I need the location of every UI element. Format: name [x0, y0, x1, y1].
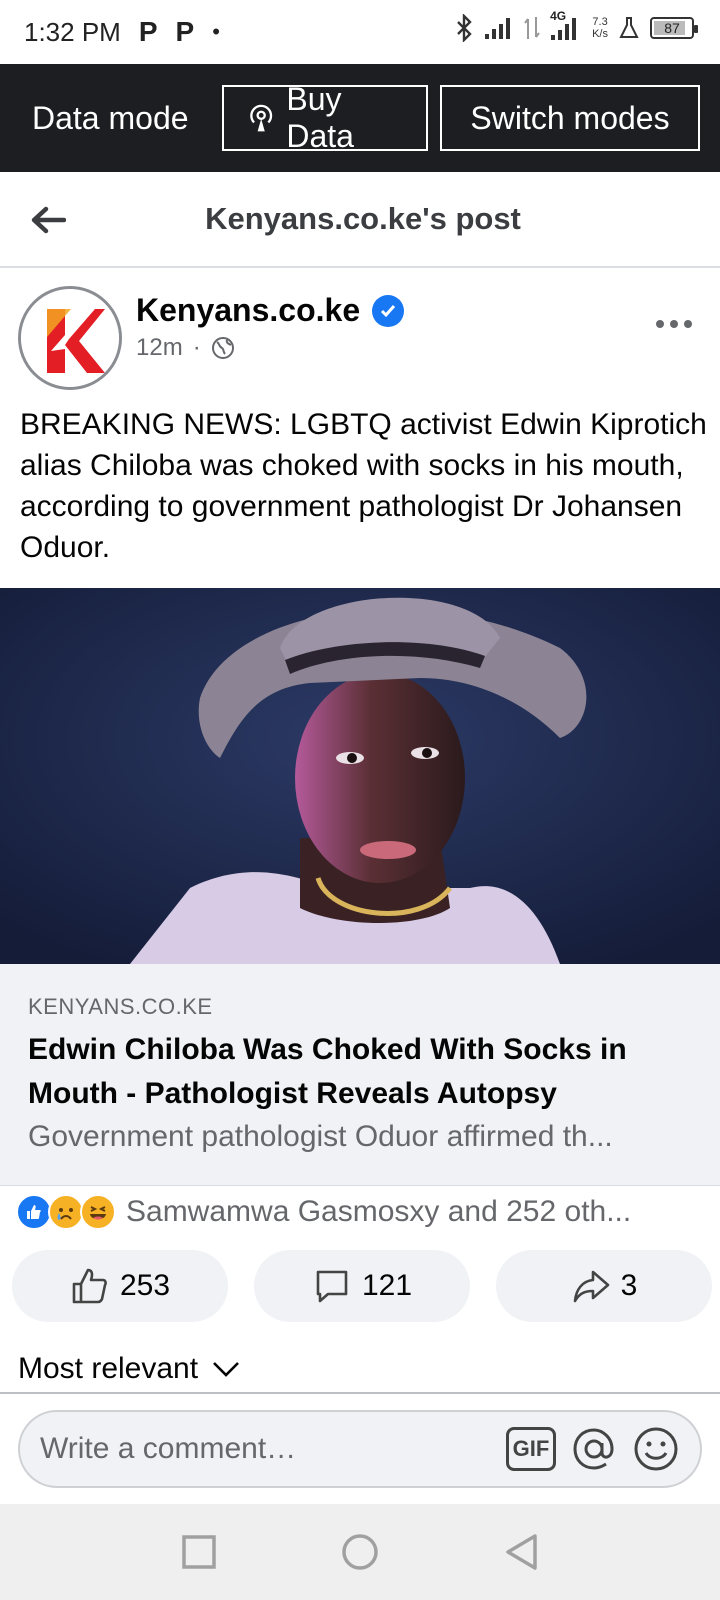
- post-photo[interactable]: [0, 588, 720, 964]
- comment-count: 121: [361, 1269, 413, 1302]
- status-bar: 1:32 PM P P • 4G 7.3 K/s 87: [0, 0, 720, 64]
- page-title: Kenyans.co.ke's post: [205, 201, 521, 236]
- thumbs-up-icon: [72, 1268, 107, 1304]
- recent-apps-icon[interactable]: [181, 1534, 217, 1570]
- switch-modes-button[interactable]: Switch modes: [440, 85, 700, 151]
- post-text: BREAKING NEWS: LGBTQ activist Edwin Kipr…: [20, 408, 707, 564]
- status-icons: 4G 7.3 K/s 87: [454, 9, 698, 42]
- divider: [0, 1392, 720, 1394]
- page-name-label: Kenyans.co.ke: [136, 292, 361, 328]
- chevron-down-icon: [213, 1362, 239, 1377]
- signal-icon: [485, 18, 511, 39]
- link-preview-card[interactable]: KENYANS.CO.KE Edwin Chiloba Was Choked W…: [0, 964, 720, 1186]
- mention-icon[interactable]: [570, 1425, 618, 1473]
- link-title: Edwin Chiloba Was Choked With Socks in M…: [28, 1033, 627, 1110]
- status-time: 1:32 PM: [24, 16, 121, 47]
- back-nav-icon[interactable]: [503, 1532, 539, 1572]
- composer-icons: GIF: [506, 1425, 680, 1473]
- home-icon[interactable]: [340, 1532, 380, 1572]
- comment-icon: [316, 1270, 348, 1303]
- back-button[interactable]: [26, 198, 70, 242]
- back-arrow-icon: [31, 206, 66, 234]
- comment-button[interactable]: 121: [254, 1250, 470, 1322]
- reactions-text: Samwamwa Gasmosxy and 252 oth...: [126, 1195, 632, 1228]
- notification-icon: P: [138, 16, 158, 47]
- notification-icon: P: [175, 16, 195, 47]
- share-count: 3: [620, 1269, 638, 1302]
- page-name[interactable]: Kenyans.co.ke: [136, 292, 405, 329]
- switch-modes-label: Switch modes: [470, 99, 670, 136]
- buy-data-button[interactable]: Buy Data: [222, 81, 428, 154]
- battery-icon: 87: [650, 17, 698, 39]
- net-speed-value: 7.3: [592, 16, 608, 28]
- kenyans-logo-icon: [21, 289, 119, 387]
- comment-input[interactable]: [40, 1432, 506, 1466]
- data-transfer-icon: [524, 17, 540, 39]
- portrait-image: [0, 588, 720, 964]
- comment-sort-label: Most relevant: [18, 1352, 199, 1385]
- link-domain: KENYANS.CO.KE: [28, 994, 213, 1019]
- post-actions: 253 121 3: [12, 1250, 712, 1322]
- share-icon: [573, 1270, 609, 1303]
- broadcast-icon: [250, 104, 273, 132]
- haha-icon: [80, 1194, 116, 1230]
- net-type-label: 4G: [550, 9, 567, 23]
- sad-icon: [48, 1194, 84, 1230]
- post-author: Kenyans.co.ke 12m ·: [0, 270, 720, 390]
- flask-icon: [619, 17, 639, 38]
- avatar[interactable]: [18, 286, 122, 390]
- more-notifications-dot: •: [212, 19, 220, 44]
- bluetooth-icon: [457, 14, 472, 42]
- gif-button[interactable]: GIF: [506, 1427, 556, 1471]
- meta-separator: ·: [192, 334, 201, 361]
- more-options-icon[interactable]: [656, 320, 692, 328]
- comment-composer: GIF: [18, 1410, 702, 1488]
- buy-data-label: Buy Data: [286, 81, 354, 154]
- battery-percent: 87: [664, 20, 680, 36]
- signal-4g-icon: 4G: [550, 9, 582, 41]
- share-button[interactable]: 3: [496, 1250, 712, 1322]
- data-mode-bar: Data mode Buy Data Switch modes: [0, 64, 720, 172]
- verified-badge-icon: [372, 294, 405, 327]
- net-speed-unit: K/s: [592, 28, 608, 40]
- emoji-icon[interactable]: [632, 1425, 680, 1473]
- comment-sort-dropdown[interactable]: Most relevant: [18, 1352, 240, 1386]
- gif-label: GIF: [512, 1436, 550, 1461]
- post-time[interactable]: 12m: [136, 334, 183, 362]
- like-button[interactable]: 253: [12, 1250, 228, 1322]
- link-description: Government pathologist Oduor affirmed th…: [28, 1120, 613, 1153]
- post-meta: 12m ·: [136, 334, 235, 362]
- like-icon: [16, 1194, 52, 1230]
- globe-icon: [211, 337, 234, 359]
- post-header-bar: Kenyans.co.ke's post: [0, 172, 720, 268]
- reactions-summary[interactable]: Samwamwa Gasmosxy and 252 oth...: [16, 1194, 631, 1230]
- data-mode-label: Data mode: [32, 99, 189, 136]
- system-nav-bar: [0, 1504, 720, 1600]
- like-count: 253: [119, 1269, 171, 1302]
- network-speed: 7.3 K/s: [592, 16, 608, 40]
